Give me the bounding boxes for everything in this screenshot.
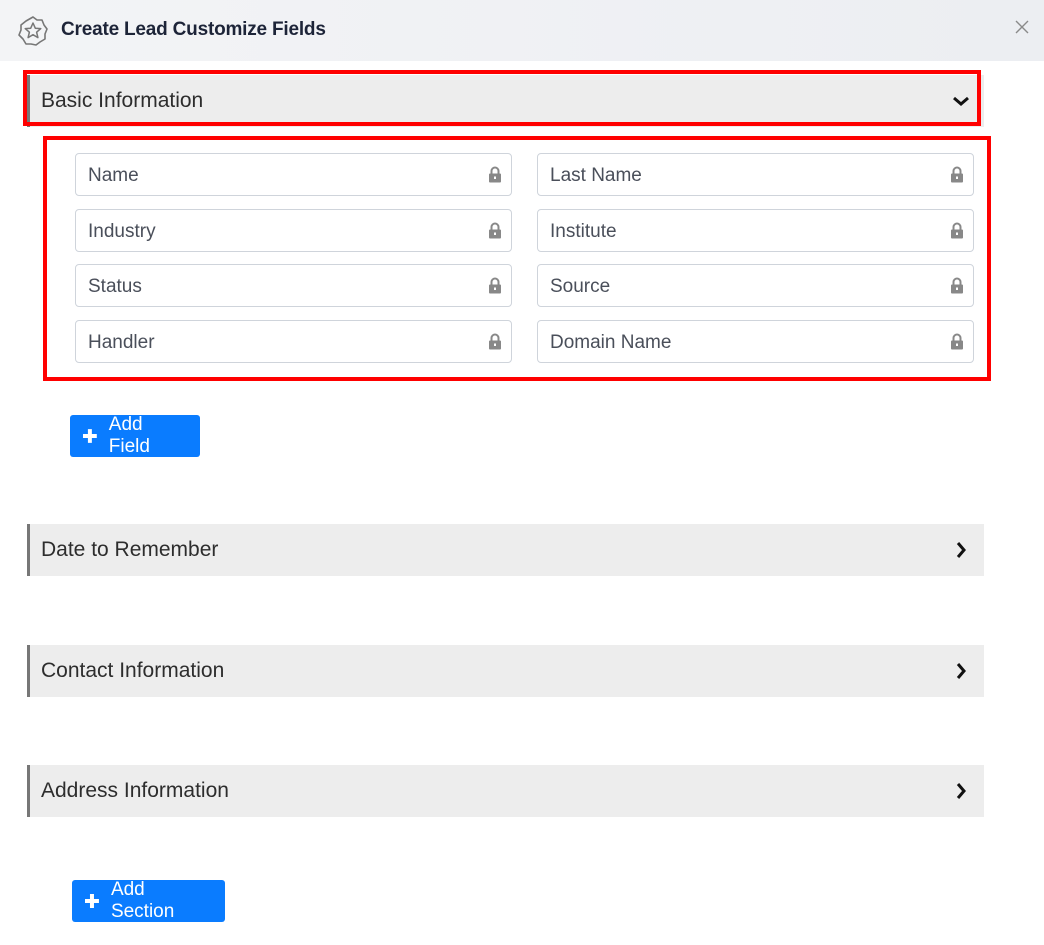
add-field-button[interactable]: Add Field <box>70 414 200 457</box>
lock-icon <box>951 222 963 239</box>
field-label: Last Name <box>550 165 642 186</box>
chevron-right-icon <box>956 542 966 558</box>
section-basic-information[interactable]: Basic Information <box>27 75 984 127</box>
section-label: Address Information <box>41 779 229 802</box>
lock-icon <box>489 222 501 239</box>
field-label: Domain Name <box>550 332 672 353</box>
close-icon[interactable] <box>1012 17 1032 37</box>
lock-icon <box>489 333 501 350</box>
section-address-information[interactable]: Address Information <box>27 765 984 817</box>
field-handler[interactable]: Handler <box>75 320 512 363</box>
lock-icon <box>951 166 963 183</box>
dialog-header: Create Lead Customize Fields <box>0 0 1044 61</box>
field-label: Name <box>88 165 139 186</box>
lock-icon <box>489 277 501 294</box>
field-status[interactable]: Status <box>75 264 512 307</box>
field-label: Status <box>88 276 142 297</box>
field-name[interactable]: Name <box>75 153 512 196</box>
section-label: Basic Information <box>41 89 204 112</box>
dialog-title: Create Lead Customize Fields <box>61 19 326 40</box>
chevron-right-icon <box>956 783 966 799</box>
chevron-down-icon <box>953 96 969 106</box>
field-label: Source <box>550 276 611 297</box>
lock-icon <box>489 166 501 183</box>
field-label: Handler <box>88 332 155 353</box>
section-label: Contact Information <box>41 659 225 682</box>
add-field-label: Add Field <box>108 414 150 457</box>
field-industry[interactable]: Industry <box>75 209 512 252</box>
section-date-to-remember[interactable]: Date to Remember <box>27 524 984 576</box>
field-institute[interactable]: Institute <box>537 209 974 252</box>
lock-icon <box>951 333 963 350</box>
section-label: Date to Remember <box>41 538 219 561</box>
field-label: Institute <box>550 221 617 242</box>
plus-icon <box>82 429 97 443</box>
section-contact-information[interactable]: Contact Information <box>27 645 984 697</box>
lock-icon <box>951 277 963 294</box>
plus-icon <box>84 894 99 908</box>
chevron-right-icon <box>956 663 966 679</box>
field-last-name[interactable]: Last Name <box>537 153 974 196</box>
add-section-label: Add Section <box>110 879 175 922</box>
field-label: Industry <box>88 221 156 242</box>
add-section-button[interactable]: Add Section <box>72 879 225 922</box>
field-source[interactable]: Source <box>537 264 974 307</box>
star-badge-icon <box>18 16 48 46</box>
field-domain-name[interactable]: Domain Name <box>537 320 974 363</box>
